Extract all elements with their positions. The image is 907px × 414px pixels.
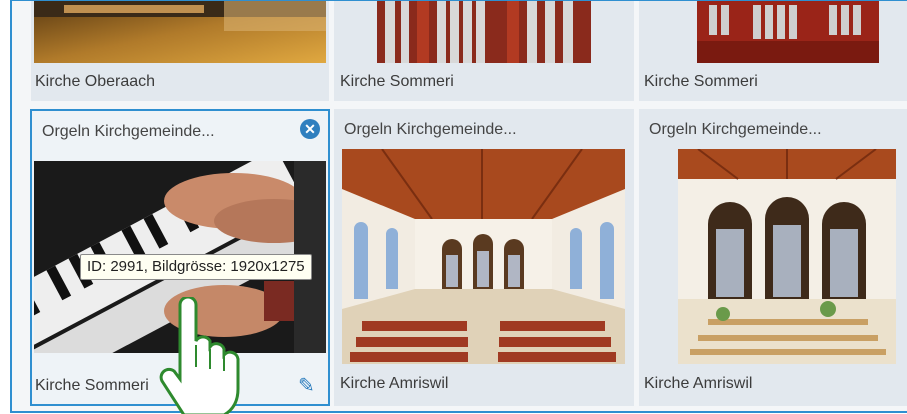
hand-pointer-icon [159, 297, 240, 414]
thumbnail-organ [377, 1, 591, 63]
image-tile[interactable]: Kirche Sommeri [639, 1, 907, 101]
image-grid: Kirche Oberaach Kirche Sommeri Kirche So… [10, 0, 907, 414]
thumbnail-church-interior [342, 149, 625, 364]
image-info-tooltip: ID: 2991, Bildgrösse: 1920x1275 [80, 254, 312, 280]
tile-title: Orgeln Kirchgemeinde... [649, 121, 822, 138]
image-tile[interactable]: Kirche Sommeri [334, 1, 634, 101]
tile-caption: Kirche Amriswil [340, 375, 449, 392]
tile-caption: Kirche Oberaach [35, 73, 156, 90]
tile-caption: Kirche Amriswil [644, 375, 753, 392]
thumbnail-floor [34, 1, 326, 63]
tile-caption: Kirche Sommeri [35, 377, 149, 394]
thumbnail-church-organ [678, 149, 896, 364]
image-tile[interactable]: Kirche Oberaach [31, 1, 329, 101]
tile-caption: Kirche Sommeri [340, 73, 454, 90]
tile-title: Orgeln Kirchgemeinde... [42, 123, 215, 140]
image-tile[interactable]: Orgeln Kirchgemeinde... Kirche Amriswil [639, 109, 907, 406]
pencil-icon[interactable]: ✎ [298, 373, 315, 398]
thumbnail-organ [697, 1, 879, 63]
tile-title: Orgeln Kirchgemeinde... [344, 121, 517, 138]
tile-caption: Kirche Sommeri [644, 73, 758, 90]
close-circle-icon[interactable]: ✕ [300, 119, 320, 139]
image-tile[interactable]: Orgeln Kirchgemeinde... Kirche Amriswil [334, 109, 634, 406]
